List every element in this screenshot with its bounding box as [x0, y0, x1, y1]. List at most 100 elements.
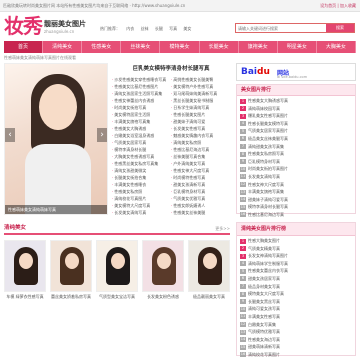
- ranking-item[interactable]: 12 性感女神大尺度写真: [240, 181, 352, 189]
- nav-item-home[interactable]: 首页: [4, 41, 44, 53]
- headline-title[interactable]: 巨乳美女模特李清身材长腿写真: [112, 63, 230, 75]
- headline-link[interactable]: ·性感黑丝美女私房写真集: [112, 160, 171, 167]
- headline-link[interactable]: ·双马尾萌妹纯美清新写真: [171, 90, 229, 97]
- slider-caption[interactable]: 性感萌妹美女清纯萌妹写真: [5, 205, 107, 214]
- hot-keyword-link[interactable]: 内衣: [126, 26, 134, 31]
- ranking-item[interactable]: 11 长发美女清纯写真: [240, 173, 352, 181]
- hot-keyword-link[interactable]: 美女: [183, 26, 191, 31]
- thumbnail-card[interactable]: 极品靓丽美女写真: [188, 240, 230, 302]
- headline-link[interactable]: ·气质美女居家写真: [112, 139, 171, 146]
- ranking-2-item[interactable]: 2 气质美女精美写真: [240, 245, 352, 253]
- ranking-item[interactable]: 10 时尚美女街拍写真图片: [240, 165, 352, 173]
- headline-link[interactable]: ·甜美妹子清纯可爱: [171, 118, 229, 125]
- headline-link[interactable]: ·性感长腿美女图片: [171, 111, 229, 118]
- ranking-2-item[interactable]: 6 甜美女孩居家写真: [240, 275, 352, 283]
- headline-link[interactable]: ·美女模特居家生活照: [112, 111, 171, 118]
- section-more-link[interactable]: 更多>>: [215, 222, 230, 235]
- nav-item[interactable]: 性感美女: [82, 41, 122, 53]
- thumbnail-card[interactable]: 气质型美女宝洁写真: [96, 240, 138, 302]
- search-button[interactable]: 搜索: [326, 24, 354, 32]
- ranking-item[interactable]: 14 甜美妹子清纯可爱写真: [240, 196, 352, 204]
- headline-link[interactable]: ·性感美女丝袜美腿: [171, 209, 229, 216]
- headline-link[interactable]: ·模特李清身材长腿: [112, 146, 171, 153]
- ranking-item[interactable]: 2 清纯萌妹校园写真: [240, 105, 352, 113]
- ranking-2-item[interactable]: 1 性感大胸美女图片: [240, 237, 352, 245]
- thumbnail-caption[interactable]: 气质型美女宝洁写真: [96, 292, 138, 301]
- headline-link[interactable]: ·清纯女孩居家生活照写真集: [112, 90, 171, 97]
- slider-prev-icon[interactable]: ‹: [5, 128, 15, 142]
- breadcrumb[interactable]: 性感萌妹美女清纯萌妹写真图片在线观看: [4, 55, 106, 61]
- nav-item[interactable]: 明星美女: [278, 41, 317, 53]
- ranking-2-item[interactable]: 9 长腿美女黑丝写真: [240, 298, 352, 306]
- headline-link[interactable]: ·时尚美女街拍写真: [112, 104, 171, 111]
- hot-keyword-link[interactable]: 丝袜: [141, 26, 149, 31]
- ranking-item[interactable]: 16 性感比基尼海边写真: [240, 211, 352, 219]
- headline-link[interactable]: ·大胸美女性感诱惑写真: [112, 153, 171, 160]
- headline-link[interactable]: ·丰满美女旗袍写真集: [112, 118, 171, 125]
- headline-link[interactable]: ·丝袜美腿写真合集: [171, 153, 229, 160]
- thumbnail-image[interactable]: [50, 240, 92, 292]
- thumbnail-image[interactable]: [96, 240, 138, 292]
- headline-link[interactable]: ·白嫩美女浴室湿身诱惑: [112, 132, 171, 139]
- headline-link[interactable]: ·性感女神蕾丝内衣诱惑: [112, 97, 171, 104]
- nav-item[interactable]: 模特美女: [160, 41, 200, 53]
- ranking-2-item[interactable]: 16 清纯校花写真图片: [240, 351, 352, 359]
- ranking-2-item[interactable]: 12 白嫩美女写真集: [240, 321, 352, 329]
- headline-link[interactable]: ·性感比基尼海边写真: [171, 146, 229, 153]
- headline-link[interactable]: ·日系学生妹清纯写真: [171, 104, 229, 111]
- nav-item[interactable]: 长腿美女: [200, 41, 239, 53]
- ranking-item[interactable]: 8 性感美女私房照写真: [240, 150, 352, 158]
- ranking-2-item[interactable]: 13 气质模特优雅写真: [240, 328, 352, 336]
- headline-link[interactable]: ·黑丝长腿美女秘书制服: [171, 97, 229, 104]
- featured-photo[interactable]: [5, 64, 107, 214]
- ranking-item[interactable]: 7 清纯甜美女孩写真集: [240, 143, 352, 151]
- headline-link[interactable]: ·长发美女性感写真: [171, 125, 229, 132]
- ranking-item[interactable]: 15 模特李清身材长腿写真: [240, 203, 352, 211]
- headline-link[interactable]: ·清纯校花写真图片: [112, 195, 171, 202]
- headline-link[interactable]: ·魅惑美女情趣内衣写真: [171, 132, 229, 139]
- ranking-2-item[interactable]: 7 极品身材美女写真: [240, 283, 352, 291]
- ranking-2-item[interactable]: 4 清纯萌妹学生制服写真: [240, 260, 352, 268]
- headline-link[interactable]: ·性感女郎妩媚诱人: [171, 202, 229, 209]
- ranking-2-item[interactable]: 5 性感美女蕾丝内衣写真: [240, 267, 352, 275]
- thumbnail-card[interactable]: 车模 绿萝衣性感写真: [4, 240, 46, 302]
- ranking-item[interactable]: 5 气质美女居家写真图片: [240, 127, 352, 135]
- headline-link[interactable]: ·性感美女比基尼性感图片: [112, 83, 171, 90]
- thumbnail-caption[interactable]: 车模 绿萝衣性感写真: [4, 292, 46, 301]
- headline-link[interactable]: ·长发美女清纯写真: [112, 209, 171, 216]
- thumbnail-image[interactable]: [142, 240, 184, 292]
- headline-link[interactable]: ·沙发性感美女穿性感睡衣写真: [112, 76, 171, 83]
- ranking-2-item[interactable]: 10 清纯可爱女孩写真: [240, 305, 352, 313]
- thumbnail-caption[interactable]: 蕾丝美女娇羞私房写真: [50, 292, 92, 301]
- thumbnail-caption[interactable]: 长发美女粉色诱惑: [142, 292, 184, 301]
- headline-link[interactable]: ·美女模特户外性感写真: [171, 83, 229, 90]
- search-input[interactable]: [238, 24, 320, 32]
- headline-link[interactable]: ·高挑性感美女长腿美臀: [171, 76, 229, 83]
- headline-link[interactable]: ·巨乳模特身材写真: [171, 188, 229, 195]
- featured-slider[interactable]: ‹ › 性感萌妹美女清纯萌妹写真: [4, 63, 108, 215]
- ranking-2-item[interactable]: 15 甜美萌妹清新写真: [240, 343, 352, 351]
- headline-link[interactable]: ·清纯美女私房照: [171, 139, 229, 146]
- thumbnail-card[interactable]: 长发美女粉色诱惑: [142, 240, 184, 302]
- headline-link[interactable]: ·甜美女孩清新写真: [171, 181, 229, 188]
- thumbnail-caption[interactable]: 极品靓丽美女写真: [188, 292, 230, 301]
- ranking-2-item[interactable]: 3 长发女神清纯写真图片: [240, 252, 352, 260]
- ranking-item[interactable]: 9 巨乳模特身材写真: [240, 158, 352, 166]
- thumbnail-image[interactable]: [188, 240, 230, 292]
- ranking-item[interactable]: 3 爆乳美女性感写真图片: [240, 112, 352, 120]
- ranking-2-item[interactable]: 11 丰满美女性感写真: [240, 313, 352, 321]
- headline-link[interactable]: ·性感女神大尺度写真: [171, 167, 229, 174]
- hot-keyword-link[interactable]: 长腿: [155, 26, 163, 31]
- headline-link[interactable]: ·户外清纯美女写真: [171, 160, 229, 167]
- baidu-ad[interactable]: Baidu 网站 dl site.baidu.com: [236, 63, 356, 81]
- headline-link[interactable]: ·性感美女私房照: [112, 188, 171, 195]
- ranking-item[interactable]: 6 极品美女丝袜美腿写真: [240, 135, 352, 143]
- headline-link[interactable]: ·性感美女大胸诱惑: [112, 125, 171, 132]
- ranking-item[interactable]: 4 性感长腿美女模特写真: [240, 120, 352, 128]
- headline-link[interactable]: ·丰满美女性感睡衣: [112, 181, 171, 188]
- nav-item[interactable]: 旗袍美女: [239, 41, 278, 53]
- headline-link[interactable]: ·美女模特大尺度写真: [112, 202, 171, 209]
- nav-item[interactable]: 清纯美女: [43, 41, 83, 53]
- ranking-2-item[interactable]: 14 性感美女海边写真: [240, 336, 352, 344]
- nav-item[interactable]: 大胸美女: [317, 41, 356, 53]
